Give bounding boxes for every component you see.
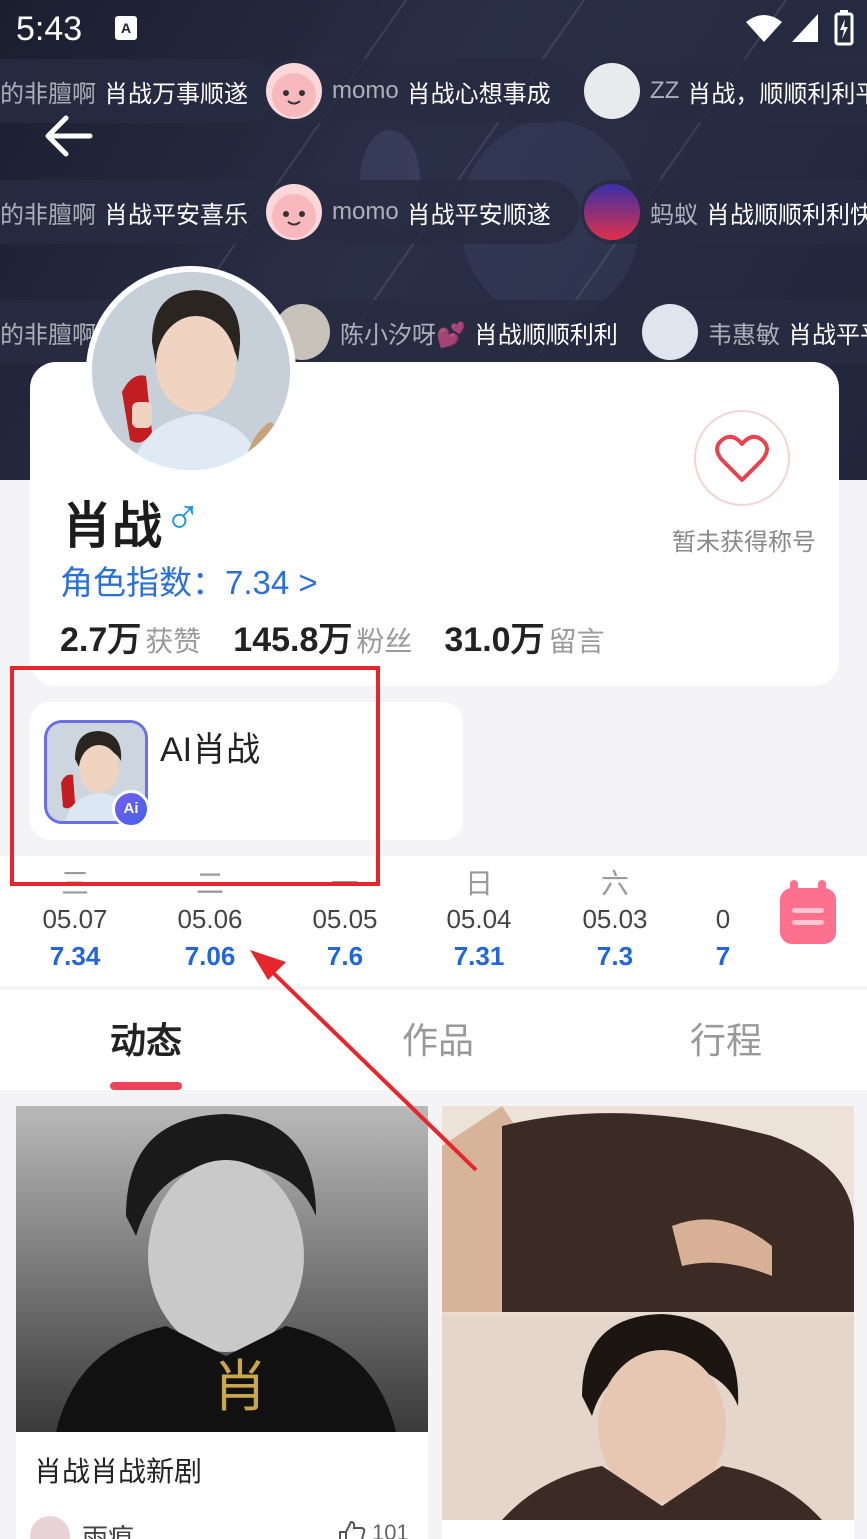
fans-count: 145.8万	[233, 621, 353, 659]
post-image: 肖	[16, 1106, 428, 1432]
danmaku-item: momo 肖战心想事成	[262, 59, 579, 123]
danmaku-item: 蚂蚁 肖战顺顺利利快	[580, 180, 867, 244]
danmaku-item: ZZ 肖战，顺顺利利平	[580, 59, 867, 123]
tab-works[interactable]: 作品	[402, 1012, 474, 1064]
profile-name: 肖战	[62, 498, 162, 554]
annotation-highlight-box	[10, 666, 380, 886]
avatar	[266, 184, 322, 240]
calendar-button[interactable]	[778, 880, 838, 946]
avatar	[584, 63, 640, 119]
calendar-icon	[780, 880, 836, 944]
avatar	[642, 304, 698, 360]
portrait-image	[92, 272, 290, 470]
status-time: 5:43	[16, 10, 83, 48]
signal-icon	[792, 14, 818, 42]
post-overlay-char: 肖	[212, 1355, 268, 1420]
tab-schedule[interactable]: 行程	[690, 1012, 762, 1064]
fans-label: 粉丝	[356, 626, 413, 657]
arrow-left-icon	[45, 115, 93, 157]
wifi-icon	[746, 15, 782, 42]
tab-active-indicator	[110, 1082, 182, 1090]
post-author: 雨痕	[82, 1523, 135, 1539]
messages-label: 留言	[548, 626, 605, 657]
like-count: 101	[372, 1520, 409, 1539]
favorite-button[interactable]	[694, 410, 790, 506]
danmaku-item: momo 肖战平安顺遂	[262, 180, 579, 244]
profile-page: 5:43 A 的非膻啊 肖战万事顺遂 momo 肖战心想事成 ZZ 肖战，顺顺利利平 …	[0, 0, 867, 1539]
danmaku-item: 的非膻啊 肖战平安喜乐	[0, 180, 276, 244]
thumbs-up-icon	[339, 1520, 366, 1539]
male-icon: ♂	[164, 487, 202, 543]
role-index-link[interactable]: 角色指数：7.34 >	[60, 556, 318, 604]
heart-icon	[715, 434, 769, 482]
post-image	[442, 1106, 854, 1520]
tab-dynamic[interactable]: 动态	[110, 1012, 182, 1064]
notification-a-icon: A	[115, 16, 137, 40]
messages-count: 31.0万	[444, 621, 545, 659]
back-button[interactable]	[40, 108, 100, 164]
danmaku-item: 陈小汐呀💕 肖战顺顺利利	[270, 300, 646, 364]
like-button[interactable]: 101	[338, 1520, 409, 1539]
title-status: 暂未获得称号	[672, 529, 816, 556]
avatar[interactable]	[86, 266, 296, 476]
status-bar: 5:43 A	[0, 0, 867, 60]
likes-count: 2.7万	[60, 621, 142, 659]
post-title: 肖战肖战新剧	[34, 1456, 203, 1487]
avatar	[584, 184, 640, 240]
likes-label: 获赞	[145, 626, 202, 657]
profile-stats: 2.7万 获赞 145.8万 粉丝 31.0万 留言	[60, 612, 637, 661]
date-item[interactable]: 0 7	[658, 862, 788, 972]
danmaku-item: 韦惠敏肖战平平	[638, 300, 867, 364]
battery-icon	[834, 10, 854, 46]
date-item[interactable]: 日 05.04 7.31	[414, 862, 544, 972]
avatar	[266, 63, 322, 119]
